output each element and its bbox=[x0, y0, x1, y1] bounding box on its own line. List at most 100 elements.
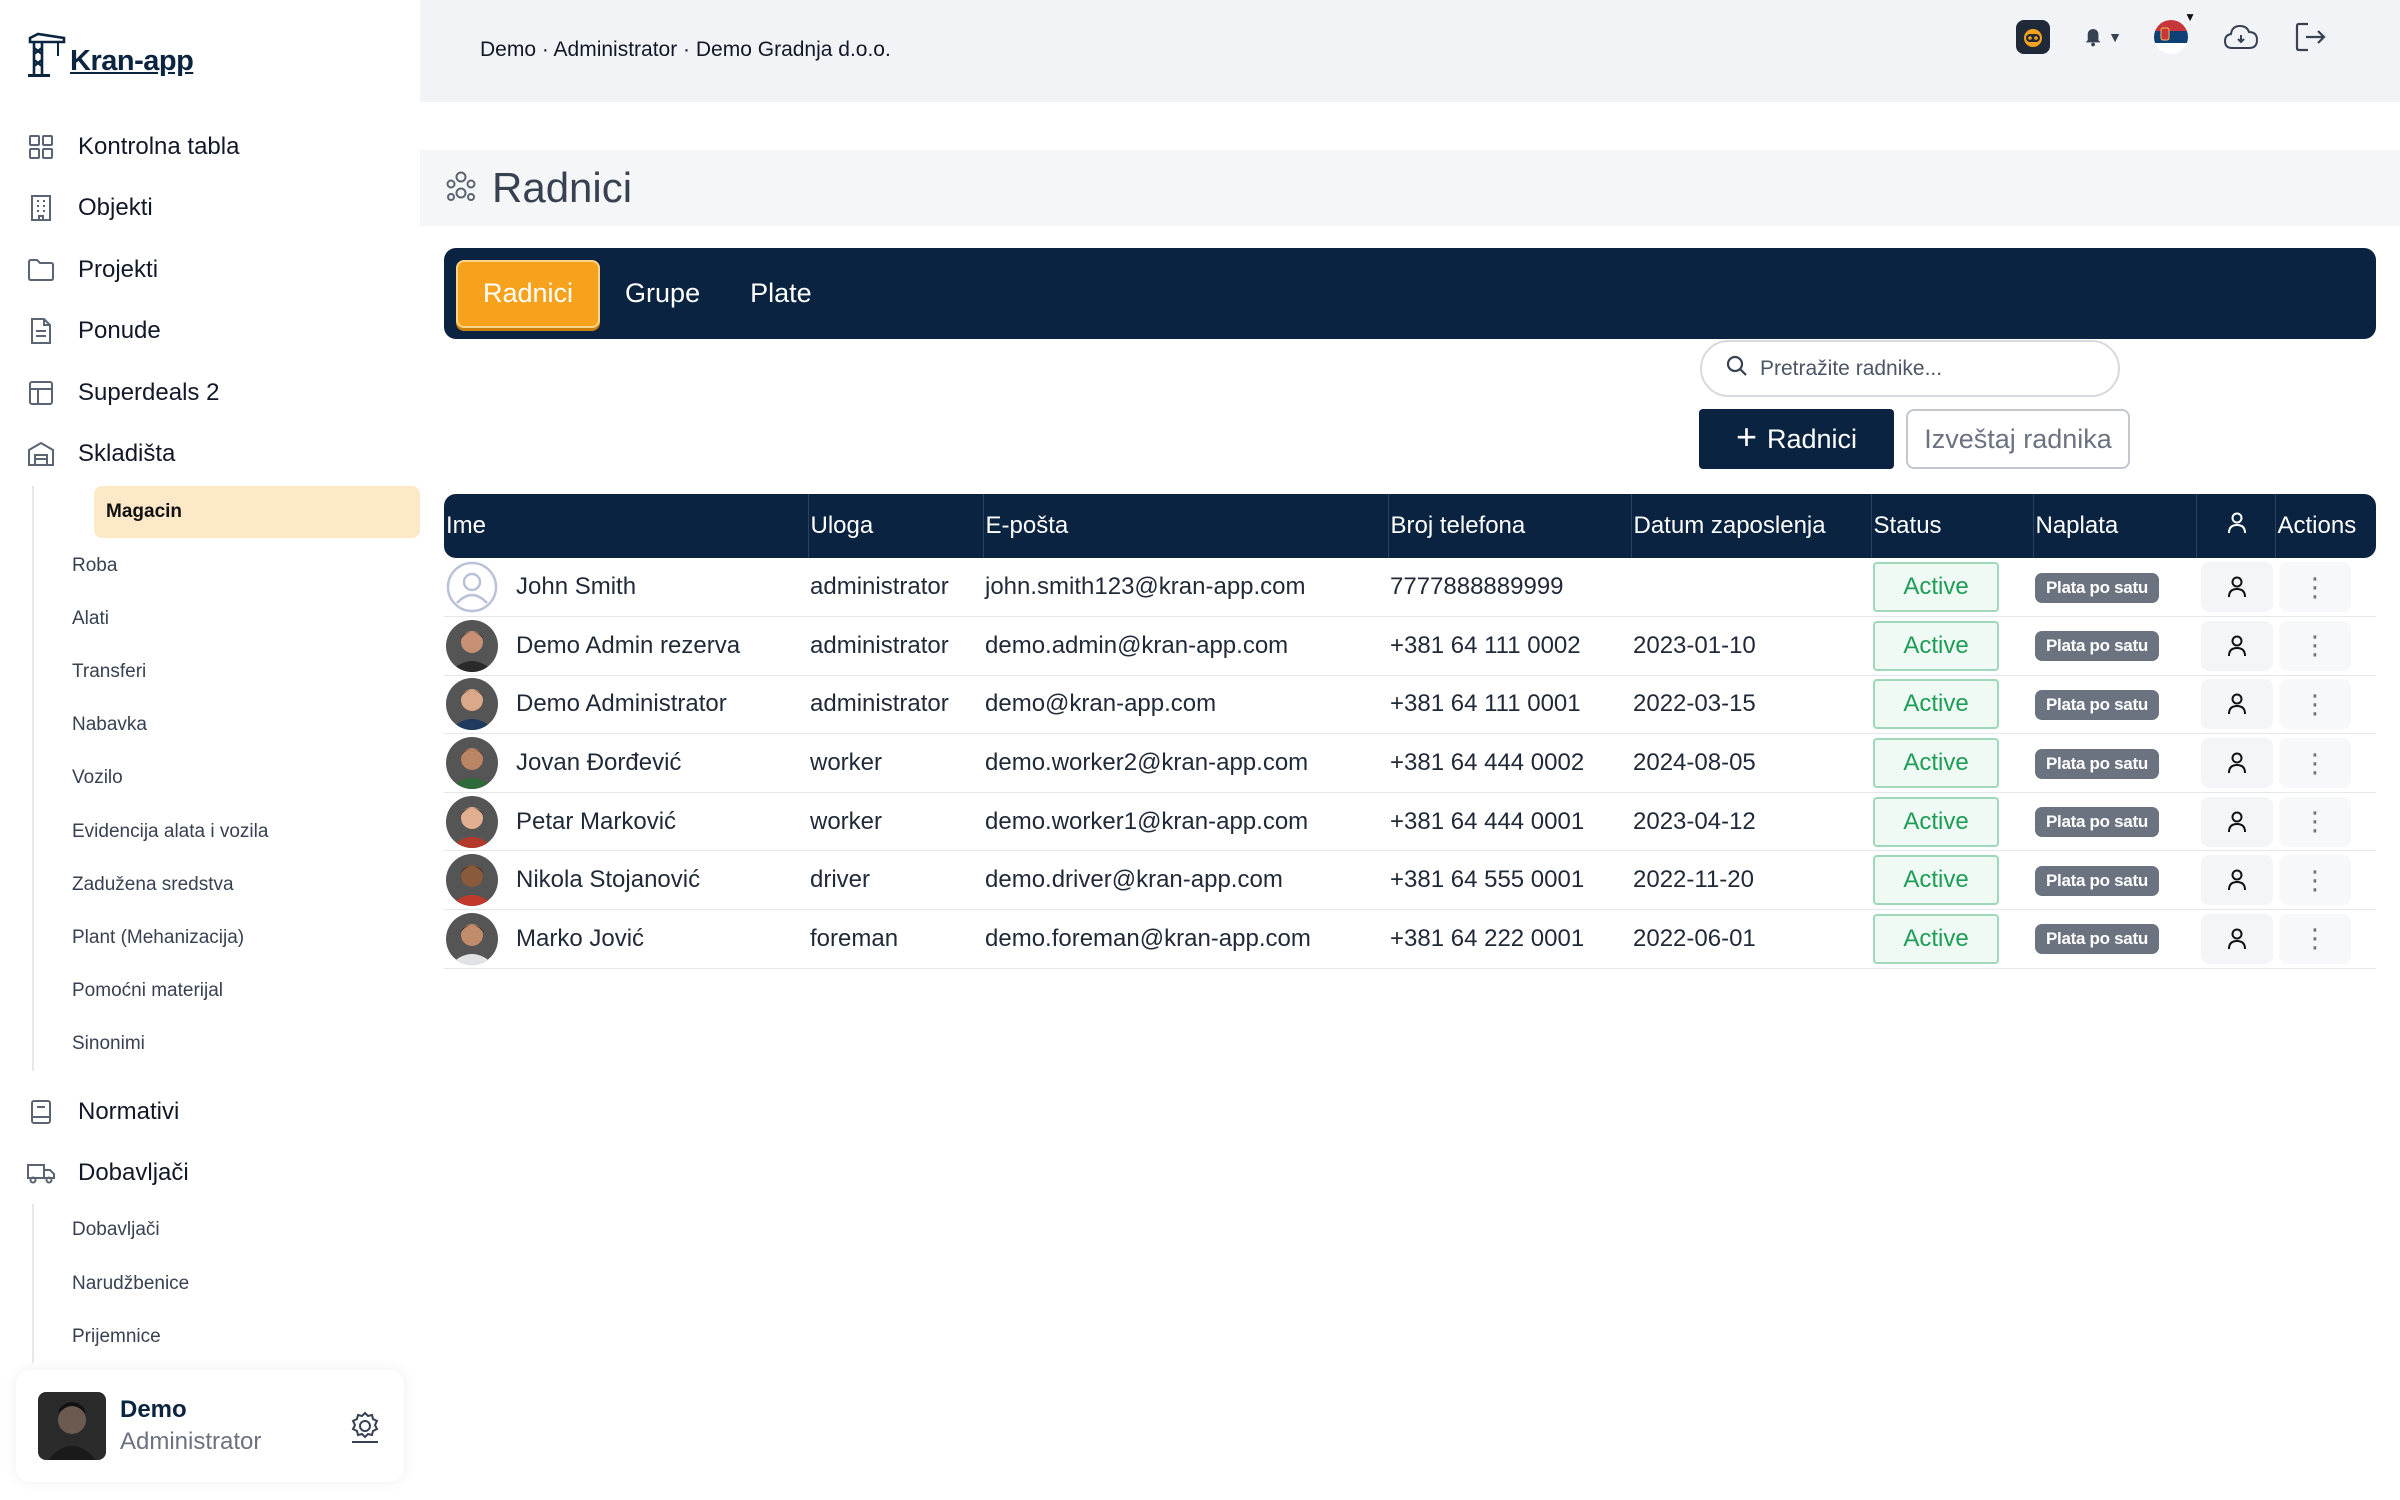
sidebar-item-superdeals[interactable]: Superdeals 2 bbox=[0, 362, 420, 424]
tab-grupe[interactable]: Grupe bbox=[600, 260, 725, 328]
view-profile-button[interactable] bbox=[2200, 855, 2273, 906]
status-badge: Active bbox=[1873, 738, 1999, 789]
sidebar-item-kontrolna-tabla[interactable]: Kontrolna tabla bbox=[0, 116, 420, 178]
view-profile-button[interactable] bbox=[2200, 913, 2273, 964]
sidebar-subitem-pomocni-materijal[interactable]: Pomoćni materijal bbox=[2, 965, 420, 1018]
table-row[interactable]: Petar Marković worker demo.worker1@kran-… bbox=[444, 792, 2376, 851]
chevron-down-icon[interactable]: ▼ bbox=[2184, 10, 2196, 24]
bell-icon[interactable]: ▼ bbox=[2084, 18, 2122, 56]
sidebar-item-normativi[interactable]: Normativi bbox=[0, 1081, 420, 1143]
table-row[interactable]: Nikola Stojanović driver demo.driver@kra… bbox=[444, 851, 2376, 910]
worker-email: demo.foreman@kran-app.com bbox=[985, 924, 1311, 952]
tab-radnici[interactable]: Radnici bbox=[456, 259, 601, 328]
table-row[interactable]: Jovan Đorđević worker demo.worker2@kran-… bbox=[444, 734, 2376, 793]
more-actions-button[interactable]: ⋮ bbox=[2279, 620, 2351, 671]
column-header-uloga[interactable]: Uloga bbox=[808, 494, 984, 558]
status-badge: Active bbox=[1873, 796, 1999, 847]
sidebar-item-label: Skladišta bbox=[78, 440, 176, 468]
app-logo[interactable]: Kran-app bbox=[28, 28, 194, 78]
serbia-flag-icon[interactable]: ▼ bbox=[2152, 10, 2196, 56]
sidebar-subitem-nabavka[interactable]: Nabavka bbox=[2, 699, 420, 752]
billing-badge: Plata po satu bbox=[2035, 865, 2159, 896]
column-header-status[interactable]: Status bbox=[1871, 494, 2034, 558]
worker-name[interactable]: Demo Admin rezerva bbox=[516, 632, 740, 660]
worker-name[interactable]: Demo Administrator bbox=[516, 690, 727, 718]
sidebar-subitem-sinonimi[interactable]: Sinonimi bbox=[2, 1018, 420, 1071]
table-row[interactable]: John Smith administrator john.smith123@k… bbox=[444, 558, 2376, 617]
worker-role: worker bbox=[810, 749, 883, 777]
user-icon bbox=[2227, 693, 2246, 715]
sidebar-subitem-narudzbenice[interactable]: Narudžbenice bbox=[2, 1257, 420, 1310]
warehouse-icon bbox=[26, 439, 56, 469]
status-badge: Active bbox=[1873, 620, 1999, 671]
sidebar-subitem-alati[interactable]: Alati bbox=[2, 592, 420, 645]
table-row[interactable]: Demo Admin rezerva administrator demo.ad… bbox=[444, 617, 2376, 676]
more-actions-button[interactable]: ⋮ bbox=[2279, 913, 2351, 964]
view-profile-button[interactable] bbox=[2200, 679, 2273, 730]
sidebar-item-ponude[interactable]: Ponude bbox=[0, 301, 420, 363]
table-row[interactable]: Marko Jović foreman demo.foreman@kran-ap… bbox=[444, 910, 2376, 969]
sidebar-subitem-prijemnice[interactable]: Prijemnice bbox=[2, 1310, 420, 1363]
sidebar-subitem-vozilo[interactable]: Vozilo bbox=[2, 752, 420, 805]
column-header-email[interactable]: E-pošta bbox=[983, 494, 1389, 558]
tab-plate[interactable]: Plate bbox=[725, 260, 837, 328]
sidebar-subitem-magacin[interactable]: Magacin bbox=[94, 486, 420, 538]
worker-name[interactable]: Petar Marković bbox=[516, 808, 676, 836]
kebab-menu-icon: ⋮ bbox=[2302, 688, 2328, 719]
status-badge: Active bbox=[1873, 855, 1999, 906]
worker-avatar bbox=[446, 737, 498, 790]
column-header-ime[interactable]: Ime bbox=[444, 494, 809, 558]
view-profile-button[interactable] bbox=[2200, 738, 2273, 789]
sidebar-item-label: Kontrolna tabla bbox=[78, 132, 240, 160]
more-actions-button[interactable]: ⋮ bbox=[2279, 796, 2351, 847]
sidebar-subitem-transferi[interactable]: Transferi bbox=[2, 645, 420, 698]
column-header-naplata[interactable]: Naplata bbox=[2033, 494, 2197, 558]
worker-phone: +381 64 222 0001 bbox=[1390, 924, 1585, 952]
chevron-down-icon[interactable]: ▼ bbox=[2108, 29, 2122, 45]
status-badge: Active bbox=[1873, 562, 1999, 613]
worker-name[interactable]: John Smith bbox=[516, 573, 636, 601]
sidebar-subitem-evidencija[interactable]: Evidencija alata i vozila bbox=[2, 805, 420, 858]
view-profile-button[interactable] bbox=[2200, 796, 2273, 847]
column-header-date[interactable]: Datum zaposlenja bbox=[1631, 494, 1872, 558]
worker-email: demo.worker1@kran-app.com bbox=[985, 807, 1309, 835]
gear-icon[interactable] bbox=[348, 1410, 382, 1444]
worker-report-button[interactable]: Izveštaj radnika bbox=[1906, 409, 2130, 469]
worker-avatar bbox=[446, 678, 498, 731]
crane-icon bbox=[28, 32, 66, 77]
sidebar-item-label: Superdeals 2 bbox=[78, 378, 220, 406]
worker-role: administrator bbox=[810, 690, 949, 718]
more-actions-button[interactable]: ⋮ bbox=[2279, 738, 2351, 789]
worker-name[interactable]: Nikola Stojanović bbox=[516, 866, 700, 894]
more-actions-button[interactable]: ⋮ bbox=[2279, 855, 2351, 906]
ai-icon[interactable] bbox=[2014, 18, 2052, 56]
view-profile-button[interactable] bbox=[2200, 562, 2273, 613]
sidebar-item-objekti[interactable]: Objekti bbox=[0, 178, 420, 240]
user-card[interactable]: Demo Administrator bbox=[16, 1370, 404, 1482]
user-icon bbox=[2227, 576, 2246, 598]
sidebar-subitem-roba[interactable]: Roba bbox=[2, 539, 420, 592]
search-input[interactable] bbox=[1760, 356, 2100, 381]
sidebar-subitem-zaduzena-sredstva[interactable]: Zadužena sredstva bbox=[2, 858, 420, 911]
sidebar-item-projekti[interactable]: Projekti bbox=[0, 239, 420, 301]
worker-role: administrator bbox=[810, 631, 949, 659]
cloud-icon[interactable] bbox=[2222, 18, 2260, 56]
more-actions-button[interactable]: ⋮ bbox=[2279, 679, 2351, 730]
users-icon bbox=[444, 169, 478, 208]
sidebar-item-skladista[interactable]: Skladišta bbox=[0, 424, 420, 486]
add-worker-button[interactable]: + Radnici bbox=[1699, 409, 1894, 469]
view-profile-button[interactable] bbox=[2200, 620, 2273, 671]
sidebar-item-dobavljaci[interactable]: Dobavljači bbox=[0, 1142, 420, 1204]
sidebar: Kran-app Kontrolna tabla Objekti Projekt… bbox=[0, 0, 420, 1500]
table-row[interactable]: Demo Administrator administrator demo@kr… bbox=[444, 675, 2376, 734]
sidebar-subitem-dobavljaci[interactable]: Dobavljači bbox=[2, 1204, 420, 1257]
sidebar-subitem-plant[interactable]: Plant (Mehanizacija) bbox=[2, 911, 420, 964]
top-bar: Demo · Administrator · Demo Gradnja d.o.… bbox=[420, 0, 2400, 102]
column-header-phone[interactable]: Broj telefona bbox=[1388, 494, 1632, 558]
truck-icon bbox=[26, 1158, 56, 1188]
more-actions-button[interactable]: ⋮ bbox=[2279, 562, 2351, 613]
worker-name[interactable]: Jovan Đorđević bbox=[516, 749, 681, 777]
worker-name[interactable]: Marko Jović bbox=[516, 925, 644, 953]
logout-icon[interactable] bbox=[2292, 18, 2330, 56]
user-icon bbox=[2227, 811, 2246, 832]
